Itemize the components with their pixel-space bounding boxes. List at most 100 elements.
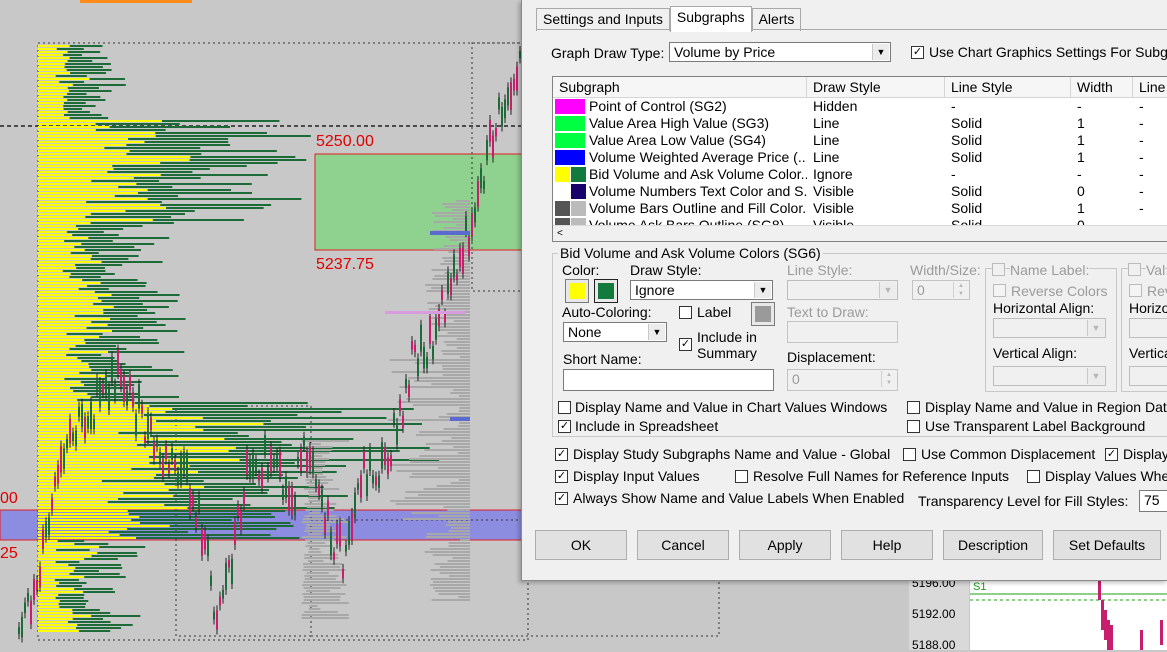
subgraph-color-swatch[interactable] xyxy=(571,167,586,182)
spinner-arrows-icon[interactable]: ▲ ▼ xyxy=(881,371,896,387)
chevron-down-icon[interactable]: ▼ xyxy=(754,282,771,298)
subgraph-color-swatch[interactable] xyxy=(555,184,570,199)
transparency-level-input[interactable]: 75 xyxy=(1139,490,1167,512)
primary-color-button[interactable] xyxy=(565,279,589,303)
column-header-width[interactable]: Width xyxy=(1071,77,1133,97)
profile-bid-bar xyxy=(38,345,76,347)
description-button[interactable]: Description xyxy=(943,530,1043,560)
profile-gray-bar xyxy=(451,437,470,439)
text-to-draw-field[interactable] xyxy=(787,321,898,343)
profile-gray-bar xyxy=(447,332,470,334)
subgraph-color-swatch[interactable] xyxy=(571,201,586,216)
use-common-displacement-checkbox[interactable] xyxy=(903,448,916,461)
chevron-down-icon[interactable]: ▼ xyxy=(648,324,665,340)
candle-body xyxy=(219,596,221,606)
display-checkbox-truncated[interactable]: ✓ xyxy=(1105,448,1118,461)
help-button[interactable]: Help xyxy=(841,530,933,560)
chevron-down-icon[interactable]: ▼ xyxy=(1087,320,1104,336)
line-style-select[interactable]: ▼ xyxy=(787,280,898,300)
line-cell: - xyxy=(1139,115,1144,131)
tab-settings-and-inputs[interactable]: Settings and Inputs xyxy=(536,8,670,31)
include-in-summary-label-2: Summary xyxy=(697,345,757,361)
display-chart-values-checkbox[interactable] xyxy=(558,401,571,414)
transparent-label-bg-checkbox[interactable] xyxy=(907,420,920,433)
profile-ask-bar xyxy=(155,132,267,134)
name-label-checkbox[interactable] xyxy=(992,263,1005,276)
chevron-down-icon[interactable]: ▼ xyxy=(1087,368,1104,384)
reverse-colors-checkbox[interactable] xyxy=(993,284,1006,297)
column-header-draw-style[interactable]: Draw Style xyxy=(807,77,945,97)
candle-body xyxy=(429,316,431,344)
profile-gray-bar xyxy=(439,566,470,568)
horizontal-align-select-2[interactable] xyxy=(1129,318,1167,338)
label-checkbox[interactable] xyxy=(679,306,692,319)
display-input-values-checkbox[interactable]: ✓ xyxy=(555,470,568,483)
short-name-input[interactable] xyxy=(563,369,774,391)
mini-candle xyxy=(1104,610,1107,640)
subgraph-row[interactable]: Volume Bars Outline and Fill Color... Vis… xyxy=(553,200,1167,217)
horizontal-scrollbar[interactable]: < xyxy=(553,225,1167,241)
label-color-button[interactable] xyxy=(751,302,775,326)
subgraph-row[interactable]: Volume Numbers Text Color and S... Visibl… xyxy=(553,183,1167,200)
candle-body xyxy=(18,626,20,635)
display-values-when-checkbox[interactable] xyxy=(1027,470,1040,483)
subgraph-row[interactable]: Bid Volume and Ask Volume Color... Ignore… xyxy=(553,166,1167,183)
line-cell: - xyxy=(1139,132,1144,148)
subgraph-row[interactable]: Point of Control (SG2) Hidden - - - xyxy=(553,98,1167,115)
subgraph-color-swatch[interactable] xyxy=(555,116,585,131)
display-study-global-checkbox[interactable]: ✓ xyxy=(555,448,568,461)
tab-subgraphs[interactable]: Subgraphs xyxy=(669,6,752,32)
candle-body xyxy=(339,522,341,547)
use-chart-graphics-checkbox[interactable]: ✓ xyxy=(911,46,924,59)
auto-coloring-select[interactable]: None ▼ xyxy=(563,322,667,342)
profile-ask-bar xyxy=(70,252,99,254)
value-label-checkbox[interactable] xyxy=(1128,263,1141,276)
include-spreadsheet-checkbox[interactable]: ✓ xyxy=(558,420,571,433)
graph-draw-type-select[interactable]: Volume by Price ▼ xyxy=(669,42,891,62)
chevron-down-icon[interactable]: ▼ xyxy=(879,282,896,298)
displacement-spinner[interactable]: 0 ▲ ▼ xyxy=(787,369,898,391)
profile-gray-bar xyxy=(444,206,470,208)
vertical-align-select[interactable]: ▼ xyxy=(993,366,1106,386)
column-header-line-style[interactable]: Line Style xyxy=(945,77,1071,97)
spinner-arrows-icon[interactable]: ▲ ▼ xyxy=(953,282,968,298)
display-region-data-checkbox[interactable] xyxy=(907,401,920,414)
subgraph-color-swatch[interactable] xyxy=(571,184,586,199)
chevron-down-icon[interactable]: ▼ xyxy=(872,44,889,60)
subgraph-color-swatch[interactable] xyxy=(555,99,585,114)
profile-gray-bar xyxy=(390,500,470,502)
secondary-color-button[interactable] xyxy=(594,279,618,303)
tab-alerts[interactable]: Alerts xyxy=(751,8,802,31)
candle-body xyxy=(147,412,149,440)
subgraph-color-swatch[interactable] xyxy=(555,201,570,216)
ok-button[interactable]: OK xyxy=(535,530,627,560)
price-label-left-1: 00 xyxy=(0,490,18,507)
profile-bid-bar xyxy=(38,327,87,329)
horizontal-align-select[interactable]: ▼ xyxy=(993,318,1106,338)
subgraph-color-swatch[interactable] xyxy=(555,167,570,182)
always-show-labels-checkbox[interactable]: ✓ xyxy=(555,492,568,505)
reverse-checkbox-2[interactable] xyxy=(1129,284,1142,297)
width-size-spinner[interactable]: 0 ▲ ▼ xyxy=(912,280,970,300)
profile-ask-bar xyxy=(91,255,139,257)
subgraph-color-swatch[interactable] xyxy=(555,133,585,148)
subgraph-row[interactable]: Value Area Low Value (SG4) Line Solid 1- xyxy=(553,132,1167,149)
draw-style-select[interactable]: Ignore ▼ xyxy=(630,280,773,300)
subgraph-row[interactable]: Value Area High Value (SG3) Line Solid 1- xyxy=(553,115,1167,132)
profile-bid-bar xyxy=(38,495,174,497)
profile-gray-bar xyxy=(431,599,470,601)
set-defaults-button[interactable]: Set Defaults xyxy=(1053,530,1161,560)
vertical-align-select-2[interactable] xyxy=(1129,366,1167,386)
cancel-button[interactable]: Cancel xyxy=(637,530,729,560)
subgraphs-grid[interactable]: Subgraph Draw Style Line Style Width Lin… xyxy=(552,76,1167,242)
include-in-summary-checkbox[interactable]: ✓ xyxy=(679,338,692,351)
apply-button[interactable]: Apply xyxy=(739,530,831,560)
profile-ask-bar xyxy=(195,426,306,428)
candle-body xyxy=(387,457,389,475)
subgraph-row[interactable]: Volume Weighted Average Price (... Line So… xyxy=(553,149,1167,166)
subgraph-color-swatch[interactable] xyxy=(555,150,585,165)
column-header-line[interactable]: Line xyxy=(1133,77,1167,97)
candle-body xyxy=(96,378,98,392)
resolve-full-names-checkbox[interactable] xyxy=(735,470,748,483)
column-header-subgraph[interactable]: Subgraph xyxy=(553,77,807,97)
